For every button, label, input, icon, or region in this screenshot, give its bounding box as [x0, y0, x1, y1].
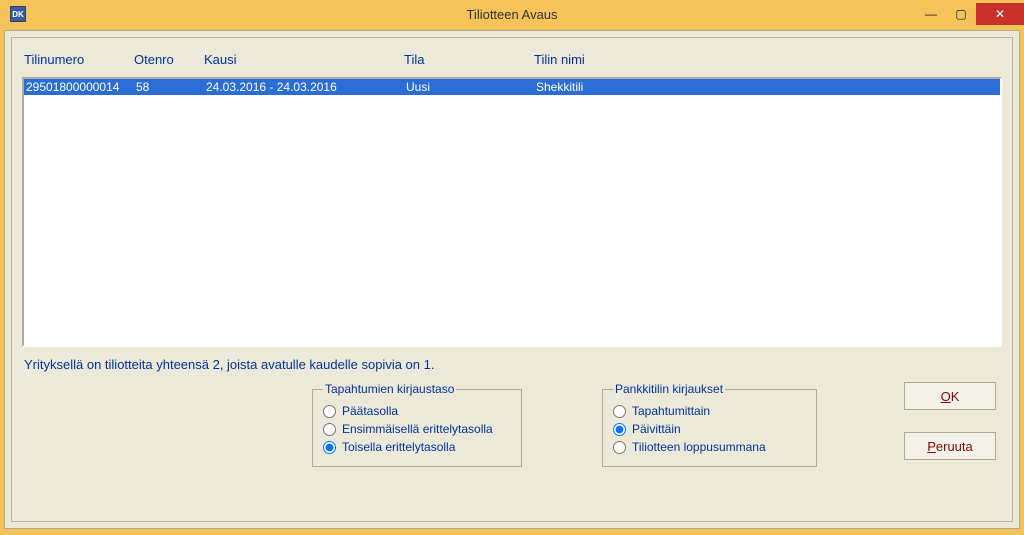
radio-loppusummana-label: Tiliotteen loppusummana	[632, 440, 766, 454]
group-kirjaustaso-legend: Tapahtumien kirjaustaso	[323, 382, 456, 396]
ok-button-rest: K	[951, 389, 960, 404]
button-column: OK Peruuta	[904, 382, 1002, 460]
radio-ensimmaisella-input[interactable]	[323, 423, 336, 436]
cell-kausi: 24.03.2016 - 24.03.2016	[206, 80, 406, 94]
radio-ensimmaisella[interactable]: Ensimmäisellä erittelytasolla	[323, 420, 511, 438]
radio-paivittain-input[interactable]	[613, 423, 626, 436]
radio-paatasolla-input[interactable]	[323, 405, 336, 418]
radio-toisella-input[interactable]	[323, 441, 336, 454]
statement-list[interactable]: 29501800000014 58 24.03.2016 - 24.03.201…	[22, 77, 1002, 347]
window-title: Tiliotteen Avaus	[0, 7, 1024, 22]
radio-tapahtumittain-input[interactable]	[613, 405, 626, 418]
summary-text: Yrityksellä on tiliotteita yhteensä 2, j…	[22, 347, 1002, 378]
radio-paatasolla-label: Päätasolla	[342, 404, 398, 418]
cancel-button-underline: P	[927, 439, 936, 454]
group-kirjaustaso: Tapahtumien kirjaustaso Päätasolla Ensim…	[312, 382, 522, 467]
cancel-button-rest: eruuta	[936, 439, 973, 454]
cell-nimi: Shekkitili	[536, 80, 998, 94]
dialog-panel: Tilinumero Otenro Kausi Tila Tilin nimi …	[11, 37, 1013, 522]
radio-paivittain[interactable]: Päivittäin	[613, 420, 806, 438]
radio-loppusummana[interactable]: Tiliotteen loppusummana	[613, 438, 806, 456]
table-row[interactable]: 29501800000014 58 24.03.2016 - 24.03.201…	[24, 79, 1000, 95]
radio-ensimmaisella-label: Ensimmäisellä erittelytasolla	[342, 422, 493, 436]
radio-paatasolla[interactable]: Päätasolla	[323, 402, 511, 420]
radio-tapahtumittain-label: Tapahtumittain	[632, 404, 710, 418]
bottom-area: Tapahtumien kirjaustaso Päätasolla Ensim…	[22, 378, 1002, 467]
group-pankkitilin: Pankkitilin kirjaukset Tapahtumittain Pä…	[602, 382, 817, 467]
col-header-kausi: Kausi	[204, 52, 404, 67]
cancel-button[interactable]: Peruuta	[904, 432, 996, 460]
table-header: Tilinumero Otenro Kausi Tila Tilin nimi	[22, 46, 1002, 77]
col-header-nimi: Tilin nimi	[534, 52, 1000, 67]
col-header-tilinumero: Tilinumero	[24, 52, 134, 67]
cell-otenro: 58	[136, 80, 206, 94]
window: DK Tiliotteen Avaus — ▢ ✕ Tilinumero Ote…	[0, 0, 1024, 535]
radio-tapahtumittain[interactable]: Tapahtumittain	[613, 402, 806, 420]
cell-tilinumero: 29501800000014	[26, 80, 136, 94]
radio-loppusummana-input[interactable]	[613, 441, 626, 454]
col-header-otenro: Otenro	[134, 52, 204, 67]
radio-toisella[interactable]: Toisella erittelytasolla	[323, 438, 511, 456]
client-area: Tilinumero Otenro Kausi Tila Tilin nimi …	[4, 30, 1020, 529]
cell-tila: Uusi	[406, 80, 536, 94]
radio-toisella-label: Toisella erittelytasolla	[342, 440, 455, 454]
titlebar: DK Tiliotteen Avaus — ▢ ✕	[0, 0, 1024, 28]
ok-button[interactable]: OK	[904, 382, 996, 410]
ok-button-underline: O	[941, 389, 951, 404]
group-pankkitilin-legend: Pankkitilin kirjaukset	[613, 382, 725, 396]
radio-paivittain-label: Päivittäin	[632, 422, 681, 436]
col-header-tila: Tila	[404, 52, 534, 67]
